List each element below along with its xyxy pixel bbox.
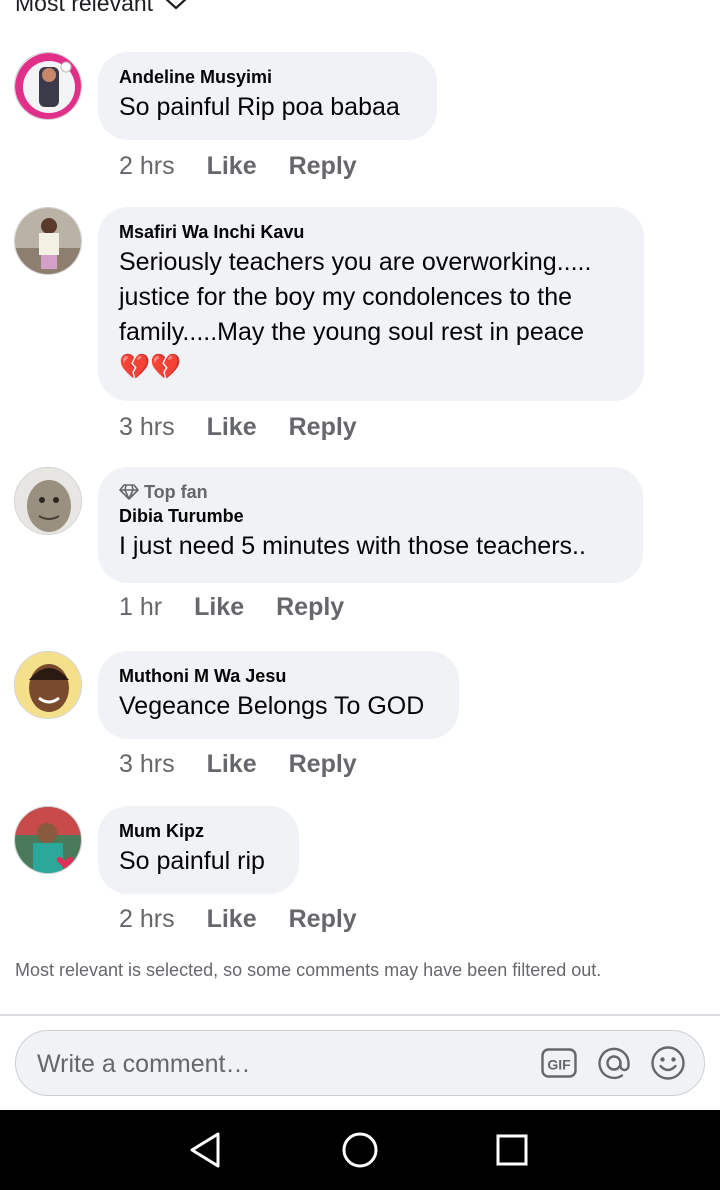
- filter-note: Most relevant is selected, so some comme…: [15, 960, 602, 980]
- system-navigation-bar: [0, 1110, 720, 1190]
- comment-text: I just need 5 minutes with those teacher…: [119, 532, 586, 560]
- comment-text: Seriously teachers you are overworking..…: [119, 248, 592, 381]
- back-icon[interactable]: [184, 1128, 228, 1172]
- avatar[interactable]: [14, 806, 82, 874]
- gif-icon[interactable]: GIF: [541, 1045, 577, 1081]
- recents-icon[interactable]: [490, 1128, 534, 1172]
- avatar[interactable]: [14, 651, 82, 719]
- gif-label: GIF: [547, 1057, 571, 1073]
- comment-author[interactable]: Muthoni M Wa Jesu: [119, 665, 437, 687]
- comment-text: Vegeance Belongs To GOD: [119, 692, 425, 720]
- comment-bubble: Top fan Dibia Turumbe I just need 5 minu…: [98, 467, 643, 583]
- comment-input[interactable]: [35, 1031, 519, 1097]
- comment-bubble: Muthoni M Wa Jesu Vegeance Belongs To GO…: [98, 651, 459, 739]
- comment-actions: 2 hrs Like Reply: [119, 152, 357, 181]
- comment-actions: 2 hrs Like Reply: [119, 905, 357, 934]
- comment-time[interactable]: 2 hrs: [119, 905, 175, 934]
- top-fan-badge: Top fan: [119, 481, 621, 503]
- comment-text: So painful Rip poa babaa: [119, 93, 400, 121]
- reply-button[interactable]: Reply: [289, 905, 357, 934]
- home-icon[interactable]: [338, 1128, 382, 1172]
- sort-dropdown[interactable]: Most relevant: [15, 0, 189, 18]
- comment-author[interactable]: Mum Kipz: [119, 820, 277, 842]
- comment-text: So painful rip: [119, 847, 265, 875]
- comment-bubble: Mum Kipz So painful rip: [98, 806, 299, 894]
- comment-time[interactable]: 3 hrs: [119, 413, 175, 442]
- like-button[interactable]: Like: [207, 905, 257, 934]
- chevron-down-icon: [165, 0, 187, 10]
- comment-bubble: Msafiri Wa Inchi Kavu Seriously teachers…: [98, 207, 644, 401]
- divider: [0, 1014, 720, 1016]
- comment-actions: 3 hrs Like Reply: [119, 750, 357, 779]
- comment-actions: 3 hrs Like Reply: [119, 413, 357, 442]
- comment-author[interactable]: Msafiri Wa Inchi Kavu: [119, 221, 622, 243]
- reply-button[interactable]: Reply: [289, 750, 357, 779]
- like-button[interactable]: Like: [207, 152, 257, 181]
- comment-composer: GIF: [15, 1030, 705, 1097]
- comment-actions: 1 hr Like Reply: [119, 593, 344, 622]
- like-button[interactable]: Like: [207, 750, 257, 779]
- comment-time[interactable]: 2 hrs: [119, 152, 175, 181]
- badge-label: Top fan: [144, 482, 208, 502]
- like-button[interactable]: Like: [207, 413, 257, 442]
- comment-author[interactable]: Andeline Musyimi: [119, 66, 415, 88]
- comment-author[interactable]: Dibia Turumbe: [119, 505, 621, 527]
- comment-bubble: Andeline Musyimi So painful Rip poa baba…: [98, 52, 437, 140]
- reply-button[interactable]: Reply: [289, 413, 357, 442]
- mention-icon[interactable]: [596, 1045, 632, 1081]
- emoji-icon[interactable]: [650, 1045, 686, 1081]
- comment-time[interactable]: 1 hr: [119, 593, 162, 622]
- avatar[interactable]: [14, 207, 82, 275]
- diamond-icon: [119, 484, 139, 500]
- reply-button[interactable]: Reply: [276, 593, 344, 622]
- like-button[interactable]: Like: [194, 593, 244, 622]
- avatar[interactable]: [14, 52, 82, 120]
- reply-button[interactable]: Reply: [289, 152, 357, 181]
- sort-label: Most relevant: [15, 0, 154, 16]
- comment-time[interactable]: 3 hrs: [119, 750, 175, 779]
- avatar[interactable]: [14, 467, 82, 535]
